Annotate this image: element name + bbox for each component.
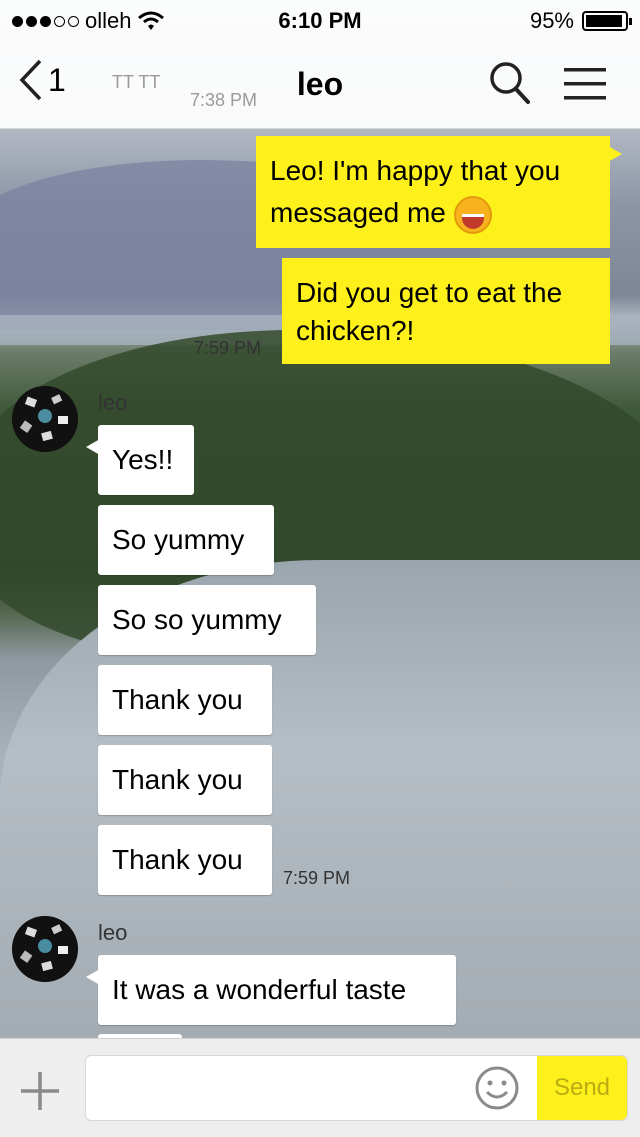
incoming-message[interactable]: Thank you xyxy=(98,665,272,735)
incoming-message[interactable]: So yummy xyxy=(98,505,274,575)
incoming-message[interactable]: Thank you xyxy=(98,745,272,815)
message-timestamp: 7:59 PM xyxy=(283,868,351,888)
message-input-bar: Send xyxy=(0,1038,640,1137)
chat-header: 1 TT TT 7:38 PM leo xyxy=(0,40,640,129)
message-text: messaged me xyxy=(270,192,596,234)
battery-icon xyxy=(582,11,632,31)
chat-title: leo xyxy=(296,66,344,102)
incoming-message[interactable]: Thank you xyxy=(98,825,272,895)
incoming-message[interactable]: Yes!! xyxy=(86,425,194,495)
menu-icon[interactable] xyxy=(562,66,608,102)
emoticon-icon[interactable] xyxy=(474,1065,520,1111)
outgoing-message[interactable]: Leo! I'm happy that you messaged me xyxy=(256,136,622,248)
message-input[interactable] xyxy=(96,1066,470,1112)
battery-info: 95% xyxy=(529,8,632,34)
avatar[interactable] xyxy=(12,386,78,452)
sender-name: leo xyxy=(98,390,128,415)
message-text: Leo! I'm happy that you xyxy=(270,155,561,186)
incoming-message[interactable]: It was a wonderful taste xyxy=(86,955,456,1025)
send-button[interactable]: Send xyxy=(537,1056,627,1120)
outgoing-message[interactable]: Did you get to eat the chicken?! xyxy=(282,258,610,364)
status-bar: olleh 6:10 PM 95% xyxy=(0,0,640,40)
plus-icon[interactable] xyxy=(18,1069,62,1113)
avatar[interactable] xyxy=(12,916,78,982)
battery-percent: 95% xyxy=(529,8,574,33)
message-timestamp: 7:59 PM xyxy=(194,338,262,358)
laughing-emoji-icon xyxy=(453,195,492,234)
message-text: chicken?! xyxy=(296,315,415,346)
message-field: Send xyxy=(85,1055,628,1121)
incoming-message[interactable]: So so yummy xyxy=(98,585,316,655)
message-text: Did you get to eat the xyxy=(296,277,563,308)
sender-name: leo xyxy=(98,920,128,945)
search-icon[interactable] xyxy=(488,60,532,106)
